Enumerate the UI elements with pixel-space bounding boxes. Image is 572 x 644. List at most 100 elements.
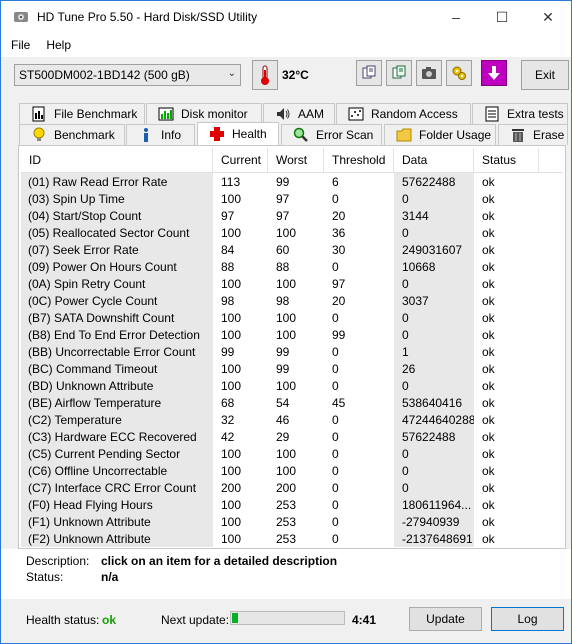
table-row[interactable]: (BE) Airflow Temperature 68 54 45 538640416 o… (21, 394, 563, 411)
copy-all-button[interactable] (386, 60, 412, 86)
tab-info[interactable]: Info (126, 124, 195, 145)
cell-status: ok (482, 412, 495, 427)
table-row[interactable]: (F2) Unknown Attribute 100 253 0 -2137648691… (21, 530, 563, 547)
save-button[interactable] (481, 60, 507, 86)
cell-threshold: 0 (332, 191, 339, 206)
cell-worst: 100 (276, 378, 297, 393)
cell-threshold: 0 (332, 259, 339, 274)
cell-worst: 99 (276, 344, 290, 359)
table-row[interactable]: (F0) Head Flying Hours 100 253 0 180611964..… (21, 496, 563, 513)
drive-select[interactable]: ST500DM002-1BD142 (500 gB) ⌄ (14, 64, 241, 86)
close-icon[interactable]: ✕ (525, 1, 571, 33)
options-button[interactable] (446, 60, 472, 86)
title-bar: HD Tune Pro 5.50 - Hard Disk/SSD Utility… (1, 1, 571, 33)
tab-extra-tests[interactable]: Extra tests (472, 103, 568, 124)
cell-threshold: 0 (332, 310, 339, 325)
tab-disk-monitor[interactable]: Disk monitor (146, 103, 262, 124)
tab-erase[interactable]: Erase (498, 124, 568, 145)
update-button[interactable]: Update (409, 607, 482, 631)
cell-data: 1 (394, 343, 474, 360)
log-button[interactable]: Log (491, 607, 564, 631)
table-row[interactable]: (B7) SATA Downshift Count 100 100 0 0 ok (21, 309, 563, 326)
tab-random-access[interactable]: Random Access (336, 103, 471, 124)
copy-icon (362, 65, 376, 79)
menu-help[interactable]: Help (40, 38, 77, 52)
cell-current: 98 (221, 293, 235, 308)
table-row[interactable]: (C3) Hardware ECC Recovered 42 29 0 57622488… (21, 428, 563, 445)
maximize-icon[interactable]: ☐ (479, 1, 525, 33)
table-row[interactable]: (B8) End To End Error Detection 100 100 99 0… (21, 326, 563, 343)
cell-data: 180611964... (394, 496, 474, 513)
progress-fill (232, 613, 238, 623)
table-row[interactable]: (01) Raw Read Error Rate 113 99 6 57622488 ok (21, 173, 563, 190)
trash-icon (509, 127, 527, 143)
app-window: HD Tune Pro 5.50 - Hard Disk/SSD Utility… (0, 0, 572, 644)
cell-status: ok (482, 531, 495, 546)
tab-label: Random Access (371, 107, 458, 121)
column-header-id[interactable]: ID (21, 148, 213, 172)
table-row[interactable]: (C5) Current Pending Sector 100 100 0 0 ok (21, 445, 563, 462)
table-row[interactable]: (09) Power On Hours Count 88 88 0 10668 ok (21, 258, 563, 275)
column-header-status[interactable]: Status (474, 148, 539, 172)
column-header-data[interactable]: Data (394, 148, 474, 172)
table-row[interactable]: (07) Seek Error Rate 84 60 30 249031607 ok (21, 241, 563, 258)
status-bar: Health status: ok Next update: 4:41 Upda… (1, 599, 571, 643)
cell-status: ok (482, 429, 495, 444)
app-icon (13, 9, 29, 25)
cell-status: ok (482, 344, 495, 359)
cell-current: 99 (221, 344, 235, 359)
exit-button[interactable]: Exit (521, 60, 569, 90)
cell-threshold: 0 (332, 497, 339, 512)
table-row[interactable]: (0C) Power Cycle Count 98 98 20 3037 ok (21, 292, 563, 309)
smart-table: ID Current Worst Threshold Data Status (… (21, 148, 563, 548)
table-row[interactable]: (03) Spin Up Time 100 97 0 0 ok (21, 190, 563, 207)
screenshot-button[interactable] (416, 60, 442, 86)
cell-worst: 98 (276, 293, 290, 308)
cell-data: 538640416 (394, 394, 474, 411)
table-row[interactable]: (BC) Command Timeout 100 99 0 26 ok (21, 360, 563, 377)
cell-worst: 99 (276, 174, 290, 189)
menu-file[interactable]: File (5, 38, 36, 52)
table-row[interactable]: (04) Start/Stop Count 97 97 20 3144 ok (21, 207, 563, 224)
disk-monitor-icon (157, 106, 175, 122)
cell-current: 100 (221, 327, 242, 342)
table-row[interactable]: (C6) Offline Uncorrectable 100 100 0 0 ok (21, 462, 563, 479)
column-header-worst[interactable]: Worst (268, 148, 324, 172)
cell-threshold: 0 (332, 429, 339, 444)
cell-current: 68 (221, 395, 235, 410)
tab-file-benchmark[interactable]: File Benchmark (19, 103, 145, 124)
tab-error-scan[interactable]: Error Scan (281, 124, 382, 145)
cell-data: 57622488 (394, 428, 474, 445)
cell-data: 0 (394, 377, 474, 394)
cell-threshold: 0 (332, 463, 339, 478)
table-row[interactable]: (F1) Unknown Attribute 100 253 0 -27940939 ok (21, 513, 563, 530)
table-row[interactable]: (0A) Spin Retry Count 100 100 97 0 ok (21, 275, 563, 292)
temperature-button[interactable] (252, 60, 278, 90)
table-row[interactable]: (BD) Unknown Attribute 100 100 0 0 ok (21, 377, 563, 394)
cell-threshold: 0 (332, 514, 339, 529)
minimize-icon[interactable]: – (433, 1, 479, 33)
table-row[interactable]: (C2) Temperature 32 46 0 47244640288 ok (21, 411, 563, 428)
tab-folder-usage[interactable]: Folder Usage (384, 124, 496, 145)
tab-aam[interactable]: AAM (263, 103, 335, 124)
tab-benchmark[interactable]: Benchmark (19, 124, 125, 145)
cell-threshold: 99 (332, 327, 346, 342)
column-header-current[interactable]: Current (213, 148, 268, 172)
tab-health[interactable]: Health (197, 122, 279, 145)
cell-current: 100 (221, 225, 242, 240)
cell-status: ok (482, 310, 495, 325)
table-row[interactable]: (BB) Uncorrectable Error Count 99 99 0 1 ok (21, 343, 563, 360)
column-header-threshold[interactable]: Threshold (324, 148, 394, 172)
cell-status: ok (482, 208, 495, 223)
description-value: click on an item for a detailed descript… (101, 554, 338, 568)
table-row[interactable]: (C7) Interface CRC Error Count 200 200 0 0 ok (21, 479, 563, 496)
next-update-time: 4:41 (352, 613, 377, 627)
cell-threshold: 0 (332, 361, 339, 376)
cell-status: ok (482, 327, 495, 342)
cell-id: (B8) End To End Error Detection (21, 326, 213, 343)
cell-data: 10668 (394, 258, 474, 275)
copy-text-button[interactable] (356, 60, 382, 86)
table-row[interactable]: (05) Reallocated Sector Count 100 100 36 0 ok (21, 224, 563, 241)
cell-worst: 100 (276, 276, 297, 291)
cell-current: 100 (221, 514, 242, 529)
